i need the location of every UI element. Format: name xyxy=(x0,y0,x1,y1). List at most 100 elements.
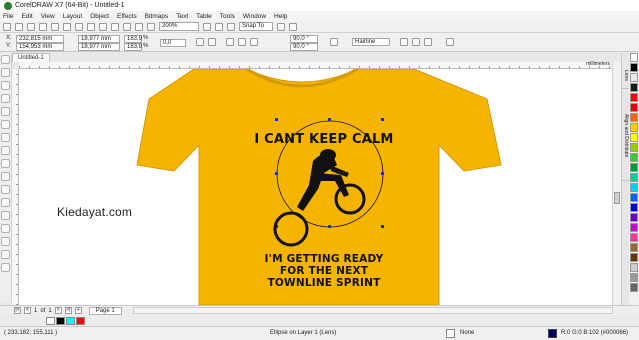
menu-window[interactable]: Window xyxy=(243,13,266,20)
pick-tool-icon[interactable] xyxy=(1,55,10,64)
document-color-swatch[interactable] xyxy=(66,316,75,325)
palette-color-swatch[interactable] xyxy=(630,103,638,112)
shape-tool-icon[interactable] xyxy=(1,68,10,77)
cut-icon[interactable] xyxy=(51,22,59,31)
palette-color-swatch[interactable] xyxy=(630,93,638,102)
pie-mode-icon[interactable] xyxy=(238,38,246,46)
palette-color-swatch[interactable] xyxy=(630,133,638,142)
crop-tool-icon[interactable] xyxy=(1,81,10,90)
palette-color-swatch[interactable] xyxy=(630,203,638,212)
document-color-swatch[interactable] xyxy=(56,316,65,325)
open-icon[interactable] xyxy=(15,22,23,31)
document-color-swatch[interactable] xyxy=(46,316,55,325)
vertical-scrollbar[interactable] xyxy=(612,62,621,305)
palette-color-swatch[interactable] xyxy=(630,163,638,172)
polygon-tool-icon[interactable] xyxy=(1,159,10,168)
menu-file[interactable]: File xyxy=(3,13,13,20)
connector-tool-icon[interactable] xyxy=(1,198,10,207)
rotation-field[interactable]: 0,0 xyxy=(160,39,186,47)
to-front-icon[interactable] xyxy=(412,38,420,46)
next-page-icon[interactable]: > xyxy=(54,307,62,314)
app-launcher-icon[interactable] xyxy=(147,22,155,31)
menu-text[interactable]: Text xyxy=(176,13,188,20)
palette-color-swatch[interactable] xyxy=(630,263,638,272)
add-page-icon[interactable]: + xyxy=(74,307,82,314)
palette-color-swatch[interactable] xyxy=(630,193,638,202)
start-angle-field[interactable]: 90,0 ° xyxy=(290,35,318,43)
undo-icon[interactable] xyxy=(87,22,95,31)
direction-icon[interactable] xyxy=(330,38,338,46)
wrap-text-icon[interactable] xyxy=(400,38,408,46)
redo-icon[interactable] xyxy=(99,22,107,31)
freehand-tool-icon[interactable] xyxy=(1,107,10,116)
transparency-tool-icon[interactable] xyxy=(1,224,10,233)
palette-color-swatch[interactable] xyxy=(630,283,638,292)
palette-color-swatch[interactable] xyxy=(630,233,638,242)
import-icon[interactable] xyxy=(111,22,119,31)
previous-page-icon[interactable]: < xyxy=(24,307,31,314)
drop-shadow-tool-icon[interactable] xyxy=(1,211,10,220)
export-icon[interactable] xyxy=(123,22,131,31)
snap-to-select[interactable]: Snap To xyxy=(239,22,273,31)
copy-icon[interactable] xyxy=(63,22,71,31)
new-document-icon[interactable] xyxy=(3,22,11,31)
menu-layout[interactable]: Layout xyxy=(63,13,83,20)
smart-fill-tool-icon[interactable] xyxy=(1,263,10,272)
last-page-icon[interactable]: >| xyxy=(64,307,72,314)
x-position-field[interactable]: 232,815 mm xyxy=(16,35,64,43)
palette-color-swatch[interactable] xyxy=(630,143,638,152)
document-tab[interactable]: Untitled-1 xyxy=(12,53,50,62)
arc-mode-icon[interactable] xyxy=(250,38,258,46)
rulers-icon[interactable] xyxy=(215,22,223,31)
welcome-icon[interactable] xyxy=(289,22,297,31)
palette-color-swatch[interactable] xyxy=(630,223,638,232)
width-field[interactable]: 18,977 mm xyxy=(78,35,120,43)
page-tab[interactable]: Page 1 xyxy=(88,306,122,315)
menu-object[interactable]: Object xyxy=(90,13,109,20)
artistic-media-tool-icon[interactable] xyxy=(1,120,10,129)
menu-bitmaps[interactable]: Bitmaps xyxy=(145,13,168,20)
palette-color-swatch[interactable] xyxy=(630,53,638,62)
save-icon[interactable] xyxy=(27,22,35,31)
options-icon[interactable] xyxy=(277,22,285,31)
convert-to-curves-icon[interactable] xyxy=(446,38,454,46)
color-eyedropper-tool-icon[interactable] xyxy=(1,237,10,246)
scale-x-field[interactable]: 183,9 xyxy=(124,35,142,43)
palette-color-swatch[interactable] xyxy=(630,253,638,262)
document-color-swatch[interactable] xyxy=(76,316,85,325)
vertical-ruler[interactable] xyxy=(12,69,19,305)
vertical-scrollbar-thumb[interactable] xyxy=(614,192,620,204)
palette-color-swatch[interactable] xyxy=(630,73,638,82)
palette-color-swatch[interactable] xyxy=(630,113,638,122)
outline-width-select[interactable]: Hairline xyxy=(352,38,390,46)
menu-tools[interactable]: Tools xyxy=(220,13,235,20)
print-icon[interactable] xyxy=(39,22,47,31)
publish-pdf-icon[interactable] xyxy=(135,22,143,31)
text-tool-icon[interactable] xyxy=(1,172,10,181)
palette-color-swatch[interactable] xyxy=(630,173,638,182)
paste-icon[interactable] xyxy=(75,22,83,31)
horizontal-scrollbar[interactable] xyxy=(132,307,613,314)
zoom-level-select[interactable]: 200% xyxy=(159,22,199,31)
ellipse-mode-icon[interactable] xyxy=(226,38,234,46)
palette-color-swatch[interactable] xyxy=(630,63,638,72)
menu-effects[interactable]: Effects xyxy=(117,13,137,20)
first-page-icon[interactable]: |< xyxy=(14,307,21,314)
zoom-tool-icon[interactable] xyxy=(1,94,10,103)
to-back-icon[interactable] xyxy=(424,38,432,46)
mirror-horizontal-icon[interactable] xyxy=(196,38,204,46)
palette-color-swatch[interactable] xyxy=(630,273,638,282)
palette-color-swatch[interactable] xyxy=(630,183,638,192)
scale-y-field[interactable]: 183,9 xyxy=(124,43,142,51)
palette-color-swatch[interactable] xyxy=(630,153,638,162)
menu-edit[interactable]: Edit xyxy=(21,13,32,20)
drawing-canvas[interactable]: Center Kiedayat.com I CANT KEEP CALM I'M… xyxy=(19,69,612,305)
menu-view[interactable]: View xyxy=(41,13,55,20)
interactive-fill-tool-icon[interactable] xyxy=(1,250,10,259)
menu-help[interactable]: Help xyxy=(274,13,287,20)
rectangle-tool-icon[interactable] xyxy=(1,133,10,142)
palette-color-swatch[interactable] xyxy=(630,123,638,132)
palette-color-swatch[interactable] xyxy=(630,83,638,92)
menu-table[interactable]: Table xyxy=(196,13,212,20)
horizontal-ruler[interactable]: millimeters xyxy=(19,61,612,69)
